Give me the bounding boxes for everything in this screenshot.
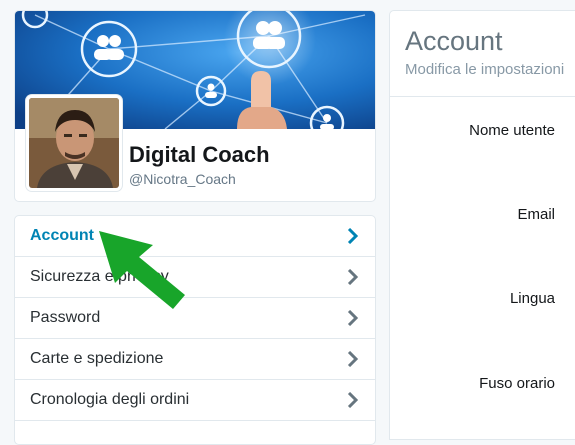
menu-item-account[interactable]: Account [15,216,375,257]
settings-menu: Account Sicurezza e privacy Password Car… [14,215,376,445]
menu-item-label: Cronologia degli ordini [30,391,190,408]
menu-item-label: Carte e spedizione [30,350,164,367]
avatar[interactable] [26,95,122,191]
chevron-right-icon [347,310,359,326]
chevron-right-icon [347,351,359,367]
menu-item-security-privacy[interactable]: Sicurezza e privacy [15,257,375,298]
chevron-right-icon [347,228,359,244]
profile-card: Digital Coach @Nicotra_Coach [14,10,376,202]
chevron-right-icon [347,269,359,285]
profile-name[interactable]: Digital Coach [129,142,270,168]
account-header: Account Modifica le impostazioni [390,11,575,97]
language-label: Lingua [509,290,555,307]
menu-item-cards-shipping[interactable]: Carte e spedizione [15,339,375,380]
timezone-label: Fuso orario [479,375,555,392]
page-subtitle: Modifica le impostazioni [405,61,565,78]
menu-item-password[interactable]: Password [15,298,375,339]
menu-item-label: Password [30,309,101,326]
menu-item-label: Sicurezza e privacy [30,268,169,285]
menu-item-order-history[interactable]: Cronologia degli ordini [15,380,375,421]
username-label: Nome utente [469,122,555,139]
profile-photo [29,98,119,188]
profile-handle[interactable]: @Nicotra_Coach [129,171,236,187]
menu-item-label: Account [30,227,94,244]
page-title: Account [405,26,503,56]
email-label: Email [517,206,555,223]
chevron-right-icon [347,392,359,408]
